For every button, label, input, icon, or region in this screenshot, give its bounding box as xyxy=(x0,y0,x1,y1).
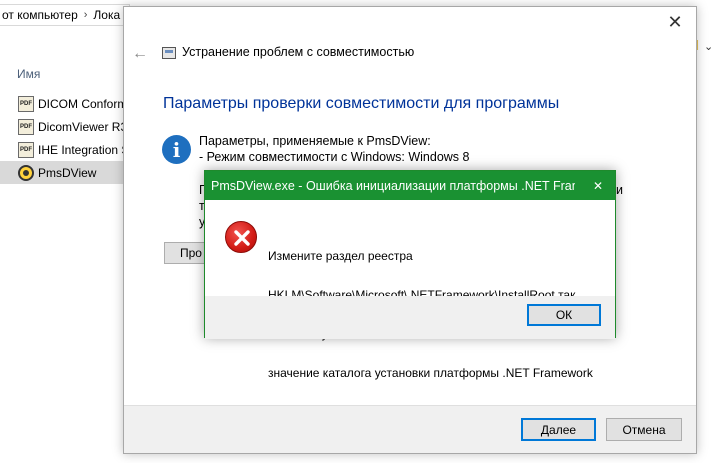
ok-button[interactable]: ОК xyxy=(527,304,601,326)
file-name: DicomViewer R3 xyxy=(38,119,124,134)
pdf-file-icon: PDF xyxy=(18,141,34,158)
address-bar[interactable]: от компьютер › Лока xyxy=(0,4,130,26)
breadcrumb-computer[interactable]: от компьютер xyxy=(0,8,80,22)
file-item-dicom-conformance[interactable]: PDF DICOM Conformance xyxy=(0,92,124,115)
wizard-title: Устранение проблем с совместимостью xyxy=(182,45,415,59)
error-dialog-titlebar[interactable]: PmsDView.exe - Ошибка инициализации плат… xyxy=(205,171,615,200)
close-icon: ✕ xyxy=(592,178,604,193)
back-arrow-icon: ← xyxy=(132,45,148,62)
error-dialog-title: PmsDView.exe - Ошибка инициализации плат… xyxy=(211,178,575,193)
breadcrumb-local[interactable]: Лока xyxy=(91,8,122,22)
error-close-button[interactable]: ✕ xyxy=(581,171,615,200)
applied-settings-text: Параметры, применяемые к PmsDView: - Реж… xyxy=(199,133,469,165)
page-heading: Параметры проверки совместимости для про… xyxy=(163,95,560,112)
error-icon xyxy=(225,221,257,253)
column-header-name[interactable]: Имя xyxy=(17,67,40,81)
compatibility-mode-line: - Режим совместимости с Windows: Windows… xyxy=(199,150,470,164)
applied-settings-line: Параметры, применяемые к PmsDView: xyxy=(199,134,431,148)
close-button[interactable]: ✕ xyxy=(654,7,696,37)
error-message-line: значение каталога установки платформы .N… xyxy=(268,366,593,380)
pdf-file-icon: PDF xyxy=(18,118,34,135)
file-list: PDF DICOM Conformance PDF DicomViewer R3… xyxy=(0,92,124,184)
pdf-file-icon: PDF xyxy=(18,95,34,112)
file-item-dicomviewer[interactable]: PDF DicomViewer R3 xyxy=(0,115,124,138)
cancel-button[interactable]: Отмена xyxy=(606,418,682,441)
application-icon xyxy=(18,164,34,181)
file-name: IHE Integration S xyxy=(38,142,124,157)
info-icon: i xyxy=(162,135,191,164)
next-button[interactable]: Далее xyxy=(521,418,596,441)
obscured-text-right: и xyxy=(616,182,626,198)
back-arrow-button[interactable]: ← xyxy=(132,45,148,63)
file-item-pmsdview[interactable]: PmsDView xyxy=(0,161,124,184)
troubleshooter-icon xyxy=(162,47,176,59)
close-icon: ✕ xyxy=(667,11,683,32)
error-dialog: PmsDView.exe - Ошибка инициализации плат… xyxy=(204,170,616,380)
error-cross-icon xyxy=(234,230,250,246)
file-name: DICOM Conformance xyxy=(38,96,124,111)
chevron-down-icon[interactable]: ⌄ xyxy=(704,40,713,53)
error-message-line: Измените раздел реестра xyxy=(268,249,413,263)
file-item-ihe-integration[interactable]: PDF IHE Integration S xyxy=(0,138,124,161)
obscured-line: и xyxy=(616,183,623,197)
breadcrumb-separator-icon: › xyxy=(83,9,88,21)
error-dialog-body: Измените раздел реестра HKLM\Software\Mi… xyxy=(205,200,615,380)
error-dialog-footer: ОК xyxy=(205,296,615,339)
wizard-footer: Далее Отмена xyxy=(124,405,696,453)
file-name: PmsDView xyxy=(38,165,97,180)
